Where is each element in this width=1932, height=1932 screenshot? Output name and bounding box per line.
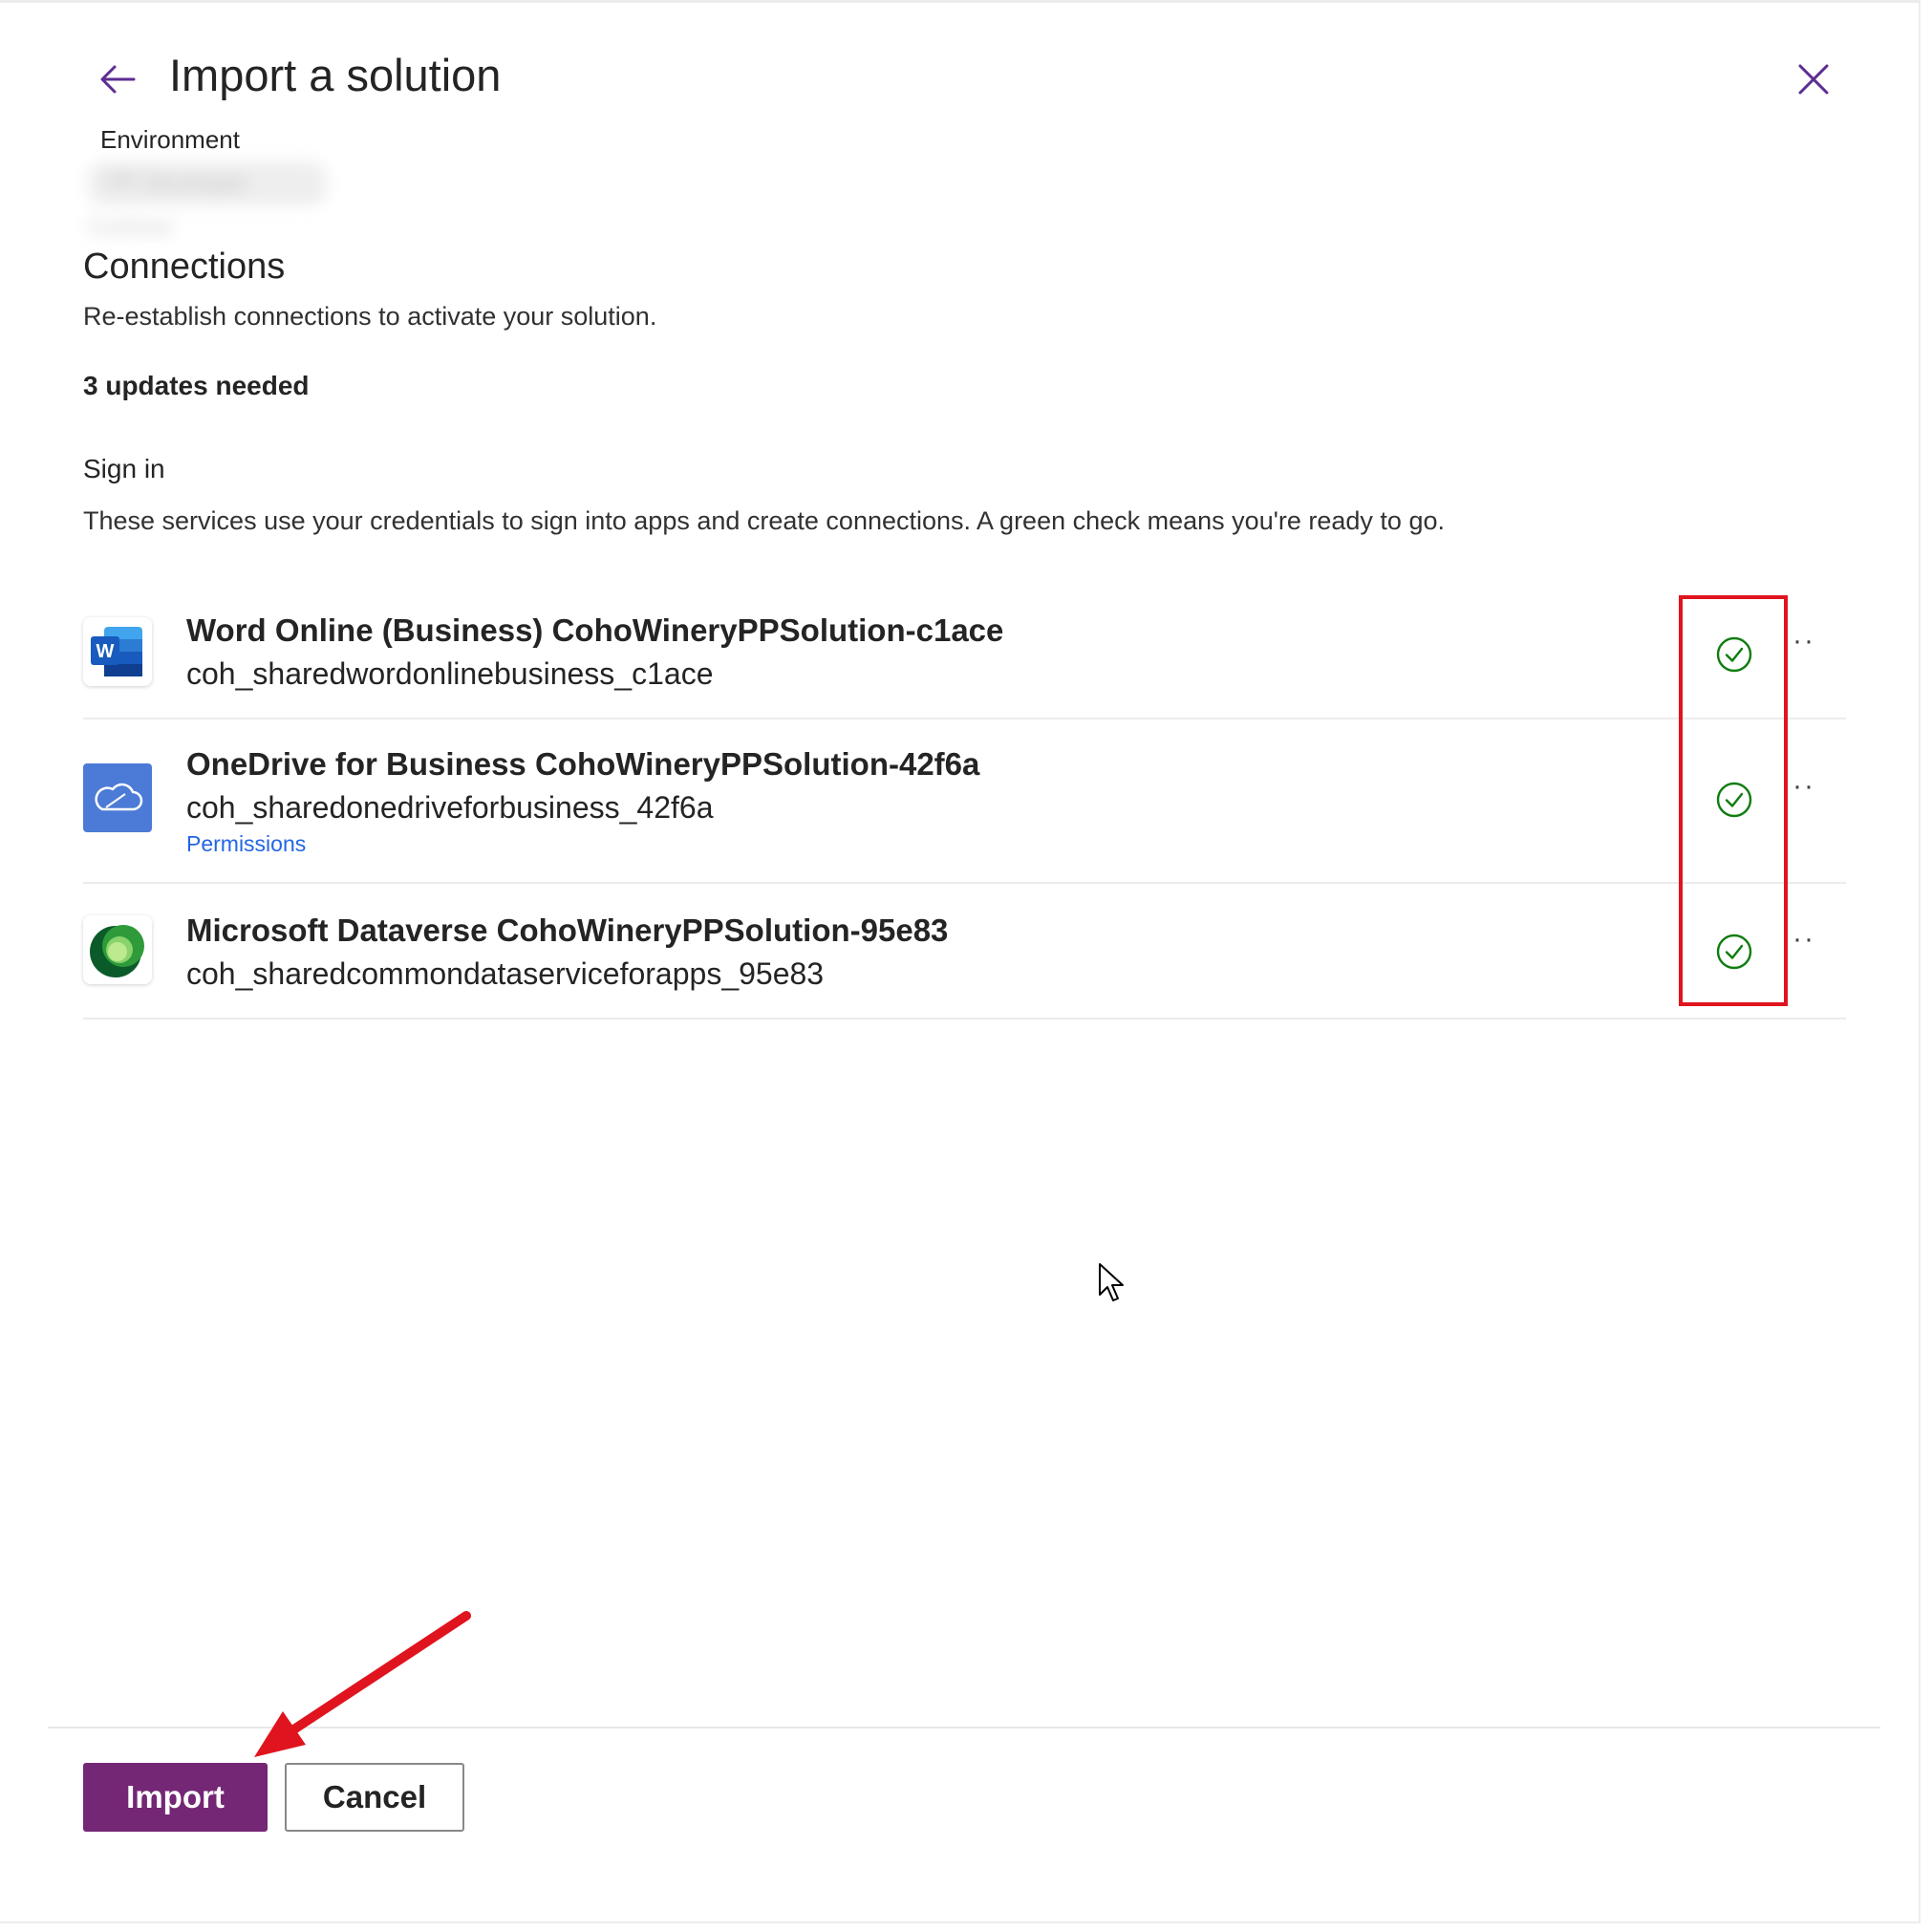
annotation-highlight-box bbox=[1679, 595, 1788, 1006]
environment-label: Environment bbox=[100, 125, 240, 154]
sign-in-heading: Sign in bbox=[83, 454, 165, 483]
connection-row-onedrive: OneDrive for Business CohoWineryPPSoluti… bbox=[83, 719, 1846, 884]
page-title: Import a solution bbox=[169, 50, 502, 100]
connections-heading: Connections bbox=[83, 247, 286, 287]
connections-description: Re-establish connections to activate you… bbox=[83, 302, 657, 331]
mouse-cursor-icon bbox=[1099, 1263, 1124, 1301]
dataverse-icon bbox=[83, 915, 152, 984]
connection-name: OneDrive for Business CohoWineryPPSoluti… bbox=[186, 746, 980, 782]
permissions-link[interactable]: Permissions bbox=[186, 831, 306, 857]
import-button[interactable]: Import bbox=[83, 1763, 268, 1832]
connection-name: Word Online (Business) CohoWineryPPSolut… bbox=[186, 612, 1004, 648]
connection-reference: coh_sharedcommondataserviceforapps_95e83 bbox=[186, 956, 825, 991]
cancel-button[interactable]: Cancel bbox=[285, 1763, 464, 1832]
environment-value-blurred: PP Developer Contoso bbox=[88, 161, 327, 240]
word-icon: W bbox=[83, 617, 152, 686]
onedrive-icon bbox=[83, 763, 152, 832]
connection-row-word: W Word Online (Business) CohoWineryPPSol… bbox=[83, 595, 1846, 719]
footer-divider bbox=[48, 1727, 1880, 1728]
connection-row-dataverse: Microsoft Dataverse CohoWineryPPSolution… bbox=[83, 884, 1846, 1020]
back-arrow-icon[interactable] bbox=[96, 56, 141, 102]
import-solution-panel: Import a solution Environment PP Develop… bbox=[0, 0, 1921, 1923]
sign-in-description: These services use your credentials to s… bbox=[83, 506, 1445, 535]
updates-needed-count: 3 updates needed bbox=[83, 371, 310, 400]
connection-name: Microsoft Dataverse CohoWineryPPSolution… bbox=[186, 912, 949, 948]
connection-reference: coh_sharedonedriveforbusiness_42f6a bbox=[186, 790, 714, 825]
svg-text:W: W bbox=[97, 641, 115, 662]
close-icon[interactable] bbox=[1791, 56, 1836, 102]
connection-reference: coh_sharedwordonlinebusiness_c1ace bbox=[186, 656, 714, 691]
